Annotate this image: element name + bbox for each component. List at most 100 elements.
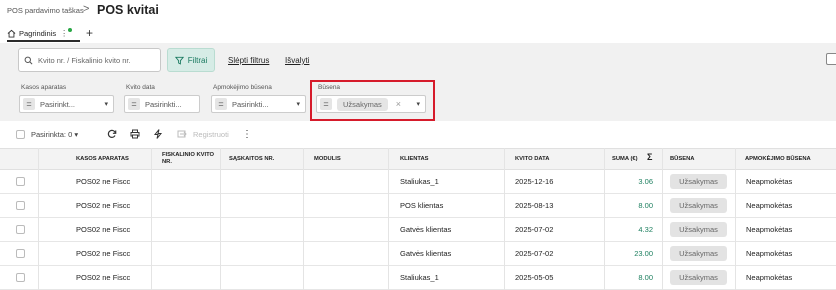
cell-suma: 8.00 — [638, 201, 653, 210]
row-checkbox[interactable] — [16, 177, 25, 186]
search-icon — [24, 56, 33, 64]
cell-klientas: POS klientas — [400, 201, 444, 210]
chevron-down-icon: ▾ — [296, 101, 300, 108]
status-badge: Užsakymas — [670, 174, 727, 189]
filter-icon — [174, 56, 184, 65]
column-header-saskaitos-nr[interactable]: Sąskaitos nr. — [229, 156, 274, 163]
row-checkbox[interactable] — [16, 249, 25, 258]
tab-active-indicator — [7, 40, 80, 42]
cell-apmokejimo-busena: Neapmokėtas — [746, 249, 793, 258]
page-title: POS kvitai — [97, 3, 159, 17]
column-divider — [504, 148, 505, 290]
cell-klientas: Gatvės klientas — [400, 225, 452, 234]
cell-apmokejimo-busena: Neapmokėtas — [746, 177, 793, 186]
row-checkbox[interactable] — [16, 225, 25, 234]
search-placeholder: Kvito nr. / Fiskalinio kvito nr. — [38, 55, 131, 65]
table-row[interactable]: POS02 ne Fiscc Staliukas_1 2025-05-05 8.00 U… — [0, 266, 836, 290]
cell-kvito-data: 2025-08-13 — [515, 201, 554, 210]
cell-klientas: Gatvės klientas — [400, 249, 452, 258]
operator-equals-icon[interactable]: = — [215, 98, 227, 110]
print-icon[interactable] — [129, 128, 141, 140]
cell-suma: 4.32 — [638, 225, 653, 234]
column-header-apmokejimo-busena[interactable]: Apmokėjimo būsena — [745, 156, 811, 163]
home-icon — [7, 29, 16, 38]
status-badge: Užsakymas — [670, 270, 727, 285]
filter-value: Pasirinkt... — [40, 99, 76, 109]
cell-kvito-data: 2025-07-02 — [515, 225, 554, 234]
column-header-kasos-aparatas[interactable]: Kasos aparatas — [76, 156, 129, 163]
selection-count: Pasirinkta: 0 — [31, 130, 73, 139]
table-row[interactable]: POS02 ne Fiscc Gatvės klientas 2025-07-02 2… — [0, 242, 836, 266]
sigma-icon[interactable]: Σ — [647, 153, 652, 162]
list-toolbar — [0, 121, 836, 147]
highlight-box — [310, 80, 435, 121]
filter-select-apmokejimo-busena[interactable]: = Pasirinkti... ▾ — [211, 95, 306, 113]
cell-kvito-data: 2025-05-05 — [515, 273, 554, 282]
filter-select-kasos-aparatas[interactable]: = Pasirinkt... ▾ — [19, 95, 114, 113]
cell-kasos-aparatas: POS02 ne Fiscc — [76, 273, 131, 282]
add-tab-button[interactable]: + — [86, 26, 93, 40]
column-header-modulis[interactable]: Modulis — [314, 156, 341, 163]
column-divider — [38, 148, 39, 290]
breadcrumb-separator: > — [83, 3, 90, 15]
column-header-kvito-data[interactable]: Kvito data — [515, 156, 549, 163]
tab-pagrindinis[interactable]: Pagrindinis ⋮ — [7, 26, 73, 41]
column-divider — [735, 148, 736, 290]
refresh-icon[interactable] — [106, 128, 118, 140]
register-button: Registruoti — [193, 130, 229, 139]
tab-label: Pagrindinis — [19, 29, 57, 38]
more-vertical-icon[interactable]: ⋮ — [241, 128, 253, 140]
selection-dropdown[interactable]: Pasirinkta: 0 ▾ — [31, 130, 78, 139]
table-row[interactable]: POS02 ne Fiscc Staliukas_1 2025-12-16 3.06 U… — [0, 170, 836, 194]
table-row[interactable]: POS02 ne Fiscc POS klientas 2025-08-13 8.00… — [0, 194, 836, 218]
register-icon — [176, 128, 188, 140]
cell-kvito-data: 2025-12-16 — [515, 177, 554, 186]
panel-toggle-icon[interactable] — [826, 53, 836, 65]
cell-klientas: Staliukas_1 — [400, 177, 439, 186]
cell-kasos-aparatas: POS02 ne Fiscc — [76, 201, 131, 210]
filter-select-kvito-data[interactable]: = Pasirinkti... — [124, 95, 200, 113]
filter-value: Pasirinkti... — [145, 99, 182, 109]
column-divider — [220, 148, 221, 290]
operator-equals-icon[interactable]: = — [128, 98, 140, 110]
status-badge: Užsakymas — [670, 246, 727, 261]
filter-label-kasos-aparatas: Kasos aparatas — [21, 84, 67, 91]
row-checkbox[interactable] — [16, 201, 25, 210]
tab-menu-icon[interactable]: ⋮ — [60, 28, 73, 38]
table-row[interactable]: POS02 ne Fiscc Gatvės klientas 2025-07-02 4… — [0, 218, 836, 242]
operator-equals-icon[interactable]: = — [23, 98, 35, 110]
filter-value: Pasirinkti... — [232, 99, 269, 109]
cell-suma: 8.00 — [638, 273, 653, 282]
column-divider — [662, 148, 663, 290]
bolt-icon[interactable] — [152, 128, 164, 140]
column-divider — [388, 148, 389, 290]
status-badge: Užsakymas — [670, 222, 727, 237]
status-dot-icon — [68, 28, 73, 32]
cell-apmokejimo-busena: Neapmokėtas — [746, 201, 793, 210]
cell-apmokejimo-busena: Neapmokėtas — [746, 225, 793, 234]
cell-suma: 23.00 — [634, 249, 653, 258]
column-header-suma[interactable]: Suma (€) — [612, 156, 638, 163]
clear-filters-link[interactable]: Išvalyti — [285, 56, 309, 65]
filter-button[interactable]: Filtrai — [167, 48, 215, 72]
select-all-checkbox[interactable] — [16, 130, 25, 139]
breadcrumb-parent[interactable]: POS pardavimo taškas — [7, 6, 84, 15]
filter-button-label: Filtrai — [187, 55, 208, 65]
chevron-down-icon: ▾ — [104, 101, 108, 108]
column-header-busena[interactable]: Būsena — [670, 156, 694, 163]
column-divider — [303, 148, 304, 290]
cell-kasos-aparatas: POS02 ne Fiscc — [76, 177, 131, 186]
search-input[interactable]: Kvito nr. / Fiskalinio kvito nr. — [18, 48, 161, 72]
cell-kasos-aparatas: POS02 ne Fiscc — [76, 225, 131, 234]
cell-apmokejimo-busena: Neapmokėtas — [746, 273, 793, 282]
column-header-fiskalinio-kvito-nr[interactable]: Fiskalinio kvito nr. — [162, 152, 222, 166]
status-badge: Užsakymas — [670, 198, 727, 213]
column-header-klientas[interactable]: Klientas — [400, 156, 429, 163]
cell-kasos-aparatas: POS02 ne Fiscc — [76, 249, 131, 258]
cell-suma: 3.06 — [638, 177, 653, 186]
hide-filters-link[interactable]: Slėpti filtrus — [228, 56, 269, 65]
column-divider — [604, 148, 605, 290]
filter-label-apmokejimo-busena: Apmokėjimo būsena — [213, 84, 272, 91]
row-checkbox[interactable] — [16, 273, 25, 282]
filter-label-kvito-data: Kvito data — [126, 84, 155, 91]
